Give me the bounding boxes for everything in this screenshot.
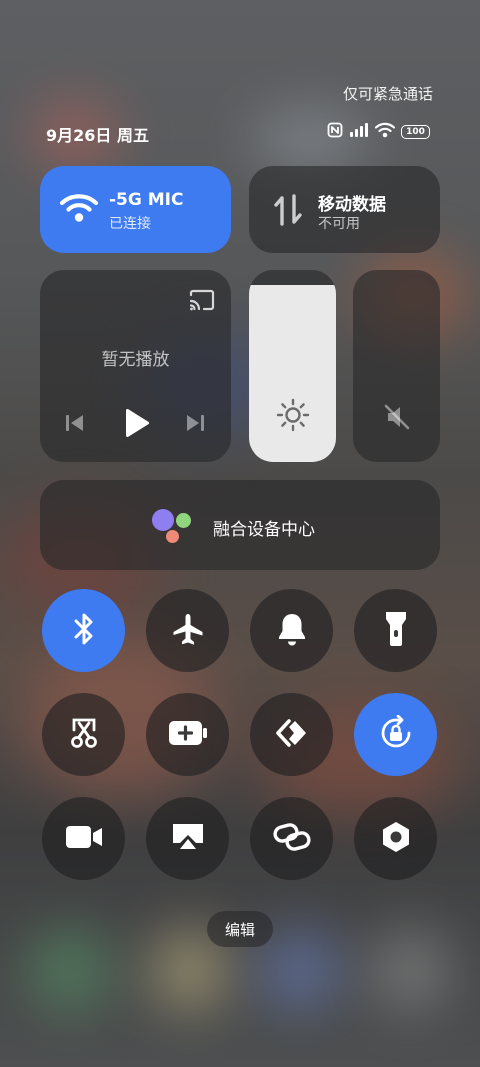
device-hub-dots-icon bbox=[152, 509, 194, 543]
screen-record-toggle[interactable] bbox=[42, 797, 125, 880]
status-icons: 100 bbox=[327, 122, 430, 142]
media-controls bbox=[40, 408, 231, 438]
wifi-network-name: -5G MIC bbox=[109, 190, 184, 210]
wifi-tile[interactable]: -5G MIC 已连接 bbox=[40, 166, 231, 253]
brightness-slider[interactable] bbox=[249, 270, 336, 462]
battery-icon: 100 bbox=[401, 125, 430, 139]
previous-icon[interactable] bbox=[64, 412, 86, 438]
screen-share-toggle[interactable] bbox=[146, 797, 229, 880]
flashlight-icon bbox=[384, 610, 408, 652]
sun-icon bbox=[276, 398, 310, 436]
bluetooth-icon bbox=[70, 611, 98, 651]
wifi-icon bbox=[59, 192, 99, 228]
emergency-calls-only-text: 仅可紧急通话 bbox=[342, 85, 433, 103]
battery-level-text: 100 bbox=[406, 126, 425, 137]
date-text: 9月26日 周五 bbox=[46, 126, 149, 145]
airplane-icon bbox=[170, 611, 206, 651]
volume-slider[interactable] bbox=[353, 270, 440, 462]
play-icon[interactable] bbox=[122, 408, 150, 442]
cast-icon[interactable] bbox=[188, 288, 216, 316]
screenshot-toggle[interactable] bbox=[42, 693, 125, 776]
airplane-mode-toggle[interactable] bbox=[146, 589, 229, 672]
media-player-tile[interactable]: 暂无播放 bbox=[40, 270, 231, 462]
flashlight-toggle[interactable] bbox=[354, 589, 437, 672]
wifi-status: 已连接 bbox=[109, 216, 151, 232]
wifi-icon bbox=[374, 122, 396, 142]
link-share-toggle[interactable] bbox=[250, 797, 333, 880]
cast-link-toggle[interactable] bbox=[250, 693, 333, 776]
airplay-icon bbox=[170, 821, 206, 857]
chain-link-icon bbox=[272, 822, 311, 856]
bluetooth-toggle[interactable] bbox=[42, 589, 125, 672]
scissors-icon bbox=[68, 716, 100, 754]
device-hub-tile[interactable]: 融合设备中心 bbox=[40, 480, 440, 570]
mobile-data-status: 不可用 bbox=[318, 216, 360, 232]
next-icon[interactable] bbox=[184, 412, 206, 438]
settings-toggle[interactable] bbox=[354, 797, 437, 880]
battery-saver-toggle[interactable] bbox=[146, 693, 229, 776]
battery-plus-icon bbox=[168, 720, 208, 750]
nfc-icon bbox=[327, 122, 343, 142]
video-camera-icon bbox=[65, 824, 103, 854]
mute-icon bbox=[382, 402, 412, 436]
rotation-lock-toggle[interactable] bbox=[354, 693, 437, 776]
bell-icon bbox=[276, 612, 308, 650]
mobile-data-title: 移动数据 bbox=[318, 195, 386, 215]
device-hub-label: 融合设备中心 bbox=[213, 520, 315, 540]
signal-icon bbox=[349, 122, 369, 142]
chevron-link-icon bbox=[275, 718, 309, 752]
mobile-data-arrows-icon bbox=[273, 194, 303, 230]
media-status-text: 暂无播放 bbox=[101, 350, 170, 370]
edit-button[interactable]: 编辑 bbox=[207, 911, 273, 947]
rotation-lock-icon bbox=[378, 714, 414, 755]
ringer-toggle[interactable] bbox=[250, 589, 333, 672]
hexagon-gear-icon bbox=[380, 820, 412, 858]
mobile-data-tile[interactable]: 移动数据 不可用 bbox=[249, 166, 440, 253]
